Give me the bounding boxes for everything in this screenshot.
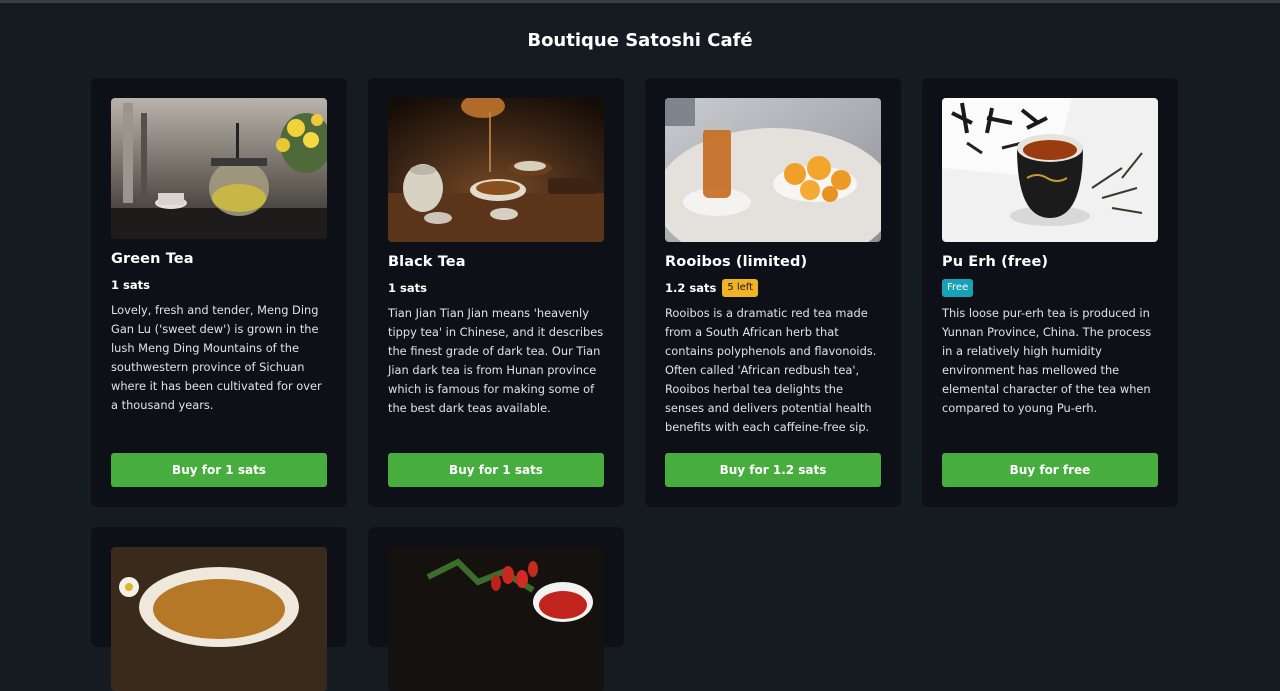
product-card-black-tea: Black Tea 1 sats Tian Jian Tian Jian mea… <box>368 78 624 507</box>
product-price: 1 sats <box>111 278 150 292</box>
product-card-rooibos: Rooibos (limited) 1.2 sats 5 left Rooibo… <box>645 78 901 507</box>
product-description: Rooibos is a dramatic red tea made from … <box>665 306 877 434</box>
buy-button-black-tea[interactable]: Buy for 1 sats <box>388 453 604 487</box>
product-card-row2-2 <box>368 527 624 691</box>
buy-button-pu-erh[interactable]: Buy for free <box>942 453 1158 487</box>
product-description: Lovely, fresh and tender, Meng Ding Gan … <box>111 303 322 412</box>
browser-top-border <box>0 0 1280 3</box>
buy-button-green-tea[interactable]: Buy for 1 sats <box>111 453 327 487</box>
product-image-green-tea <box>111 98 327 239</box>
buy-button-rooibos[interactable]: Buy for 1.2 sats <box>665 453 881 487</box>
product-image-row2-1 <box>111 547 327 691</box>
product-name: Pu Erh (free) <box>942 254 1049 270</box>
product-price: 1.2 sats <box>665 281 717 295</box>
product-image-black-tea <box>388 98 604 242</box>
free-badge: Free <box>942 279 974 297</box>
page-title: Boutique Satoshi Café <box>527 30 753 51</box>
product-card-pu-erh: Pu Erh (free) Free This loose pur-erh te… <box>922 78 1178 507</box>
product-image-row2-2 <box>388 547 604 691</box>
stock-badge: 5 left <box>722 279 759 297</box>
product-name: Black Tea <box>388 254 466 270</box>
product-card-row2-1 <box>91 527 347 691</box>
product-price: 1 sats <box>388 281 427 295</box>
product-card-green-tea: Green Tea 1 sats Lovely, fresh and tende… <box>91 78 347 507</box>
product-name: Rooibos (limited) <box>665 254 808 270</box>
product-image-rooibos <box>665 98 881 242</box>
product-name: Green Tea <box>111 251 194 267</box>
product-description: This loose pur-erh tea is produced in Yu… <box>942 306 1152 415</box>
product-image-pu-erh <box>942 98 1158 242</box>
product-description: Tian Jian Tian Jian means 'heavenly tipp… <box>388 306 604 415</box>
